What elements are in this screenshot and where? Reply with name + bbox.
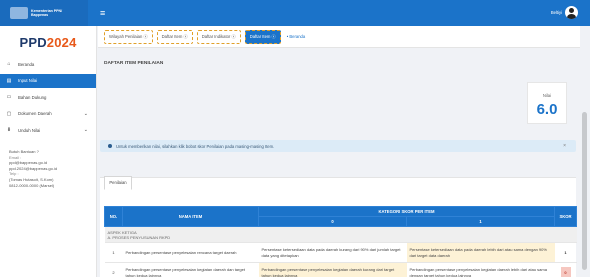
ppd-logo: PPD2024 <box>0 35 96 50</box>
header-category: KATEGORI SKOR PER ITEM <box>258 206 555 217</box>
sidebar: PPD2024 ⌂ Beranda ▤ Input Nilai ▭ Bahan … <box>0 26 97 277</box>
group-row: ASPEK KETIGA A. PROSES PENYUSUNAN RKPD <box>104 226 577 243</box>
header-no: NO. <box>104 206 123 227</box>
chevron-down-icon: ⌄ <box>83 110 88 117</box>
edit-icon: ▤ <box>6 77 12 84</box>
sidebar-item-label: Unduh Nilai <box>18 127 41 133</box>
home-icon: ⌂ <box>7 61 11 67</box>
sidebar-item-input-nilai[interactable]: ▤ Input Nilai <box>0 73 96 88</box>
sidebar-item-dokumen-daerah[interactable]: ▢ Dokumen Daerah ⌄ <box>0 107 96 121</box>
tab-wilayah-penilaian[interactable]: Wilayah Penilaian ⓧ <box>104 29 153 44</box>
alert-text: Untuk memberikan nilai, silahkan klik bo… <box>116 143 275 149</box>
sidebar-item-label: Beranda <box>18 61 35 67</box>
row-no: 1 <box>104 242 123 263</box>
help-phone-2: 0812-0000-0000 (Marsel) <box>9 182 55 188</box>
page-title: DAFTAR ITEM PENILAIAN <box>104 61 164 66</box>
chevron-down-icon: ⌄ <box>83 127 88 133</box>
score-flag: 0 <box>560 266 571 277</box>
row-score: 0 <box>554 262 577 277</box>
sidebar-nav: ⌂ Beranda ▤ Input Nilai ▭ Bahan Dukung ▢… <box>0 57 96 137</box>
brand-line-2: Bappenas <box>31 13 49 17</box>
header-score-1: 1 <box>406 216 555 227</box>
group-line-2: A. PROSES PENYUSUNAN RKPD <box>107 234 171 240</box>
top-bar: Kementerian PPN/ Bappenas ≡ Beltiyi <box>0 0 590 26</box>
brand-text: Kementerian PPN/ Bappenas <box>31 9 62 17</box>
tab-beranda[interactable]: • Beranda <box>287 34 305 39</box>
row-option-1[interactable]: Persentase ketersediaan data pada daerah… <box>406 242 555 263</box>
header-item: NAMA ITEM <box>122 206 259 227</box>
row-score: 1 <box>554 242 577 263</box>
user-name: Beltiyi <box>550 10 562 15</box>
logo-year: 2024 <box>46 35 77 50</box>
help-box: Butuh Bantuan ? Email : ppd@bappenas.go.… <box>9 149 96 188</box>
folder-icon: ▭ <box>6 94 12 100</box>
table-row: 1 Perbandingan persentase penyelesaian r… <box>104 242 577 263</box>
sidebar-item-label: Dokumen Daerah <box>18 111 52 116</box>
assessment-card: Penilaian NO. NAMA ITEM KATEGORI SKOR PE… <box>100 176 577 277</box>
page-scrollbar[interactable] <box>580 26 590 277</box>
row-item: Perbandingan persentase penyelesaian keg… <box>122 262 259 277</box>
bappenas-logo <box>10 7 28 19</box>
tab-daftar-item-active[interactable]: Daftar Item ⓧ <box>244 29 281 44</box>
sidebar-item-label: Input Nilai <box>18 78 38 83</box>
brand[interactable]: Kementerian PPN/ Bappenas <box>0 0 88 26</box>
sidebar-item-unduh-nilai[interactable]: ⬇ Unduh Nilai ⌄ <box>0 123 96 137</box>
sidebar-item-label: Bahan Dukung <box>18 94 47 100</box>
scrollbar-thumb[interactable] <box>582 112 587 270</box>
row-item: Perbandingan persentase penyelesaian ren… <box>122 242 259 263</box>
row-option-0[interactable]: Persentase ketersediaan data pada daerah… <box>258 242 407 263</box>
row-no: 2 <box>104 262 123 277</box>
sidebar-item-bahan-dukung[interactable]: ▭ Bahan Dukung <box>0 90 96 104</box>
tab-daftar-indikator[interactable]: Daftar Indikator ⓧ <box>196 29 241 44</box>
main-content: Wilayah Penilaian ⓧ Daftar Item ⓧ Daftar… <box>98 26 580 277</box>
score-value: 6.0 <box>536 101 558 118</box>
row-option-0[interactable]: Perbandingan persentase penyelesaian keg… <box>258 262 407 277</box>
avatar <box>565 6 578 19</box>
row-option-1[interactable]: Perbandingan persentase penyelesaian keg… <box>406 262 555 277</box>
info-alert: Untuk memberikan nilai, silahkan klik bo… <box>100 140 576 152</box>
table-row: 2 Perbandingan persentase penyelesaian k… <box>104 262 577 277</box>
assessment-table: NO. NAMA ITEM KATEGORI SKOR PER ITEM SKO… <box>104 206 577 277</box>
open-tabs-bar: Wilayah Penilaian ⓧ Daftar Item ⓧ Daftar… <box>98 26 580 48</box>
header-skor: SKOR <box>554 206 577 227</box>
tab-penilaian[interactable]: Penilaian <box>104 176 132 190</box>
group-cell: ASPEK KETIGA A. PROSES PENYUSUNAN RKPD <box>104 226 577 243</box>
score-card: Nilai 6.0 <box>527 82 567 124</box>
logo-text: PPD <box>19 35 47 50</box>
header-score-0: 0 <box>258 216 407 227</box>
user-menu[interactable]: Beltiyi <box>551 6 578 19</box>
score-label: Nilai <box>542 93 552 98</box>
monitor-icon: ▢ <box>6 110 12 117</box>
tab-daftar-item[interactable]: Daftar Item ⓧ <box>156 29 193 44</box>
hamburger-icon[interactable]: ≡ <box>100 8 105 18</box>
download-icon: ⬇ <box>6 127 12 133</box>
sidebar-item-beranda[interactable]: ⌂ Beranda <box>0 57 96 71</box>
info-icon <box>108 144 112 148</box>
close-icon[interactable]: × <box>563 143 566 149</box>
